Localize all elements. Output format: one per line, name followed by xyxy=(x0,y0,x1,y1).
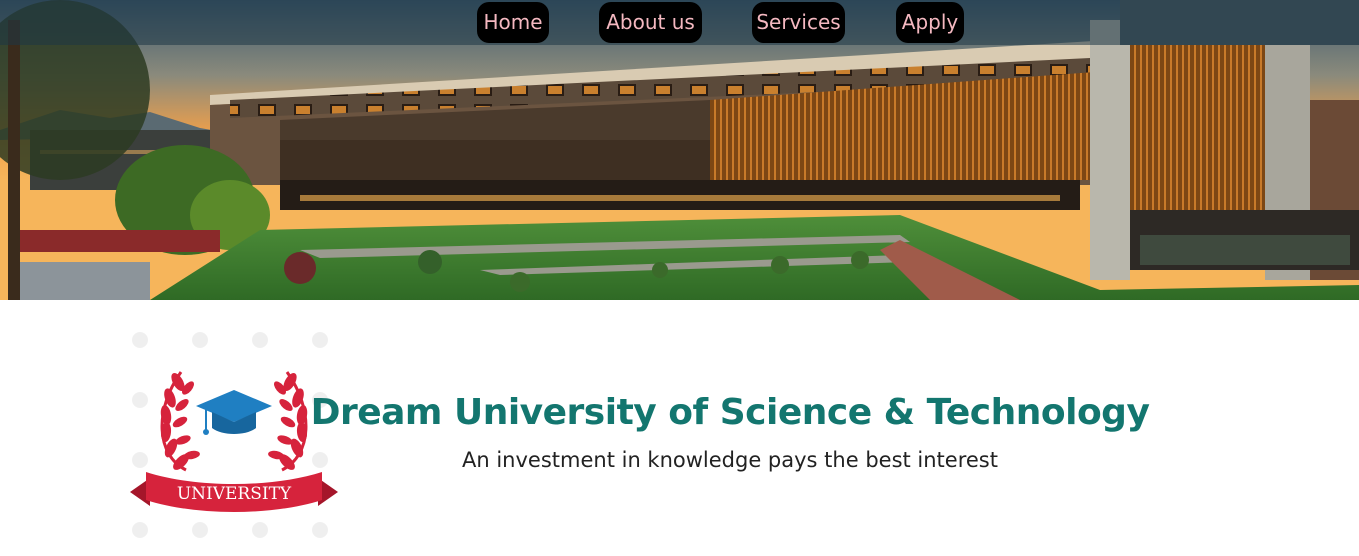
logo-text: UNIVERSITY xyxy=(177,484,292,504)
nav-about-button[interactable]: About us xyxy=(599,2,702,43)
university-logo: UNIVERSITY xyxy=(126,360,342,516)
graduation-cap-icon xyxy=(196,390,272,435)
page-title: Dream University of Science & Technology xyxy=(310,392,1150,433)
graduation-cap-laurel-icon: UNIVERSITY xyxy=(130,371,338,512)
hero-banner xyxy=(0,0,1359,300)
top-navbar: Home About us Services Apply xyxy=(0,0,1359,45)
campus-image xyxy=(0,0,1359,300)
tagline: An investment in knowledge pays the best… xyxy=(462,448,998,472)
nav-home-button[interactable]: Home xyxy=(477,2,549,43)
nav-apply-button[interactable]: Apply xyxy=(896,2,964,43)
nav-services-button[interactable]: Services xyxy=(752,2,845,43)
